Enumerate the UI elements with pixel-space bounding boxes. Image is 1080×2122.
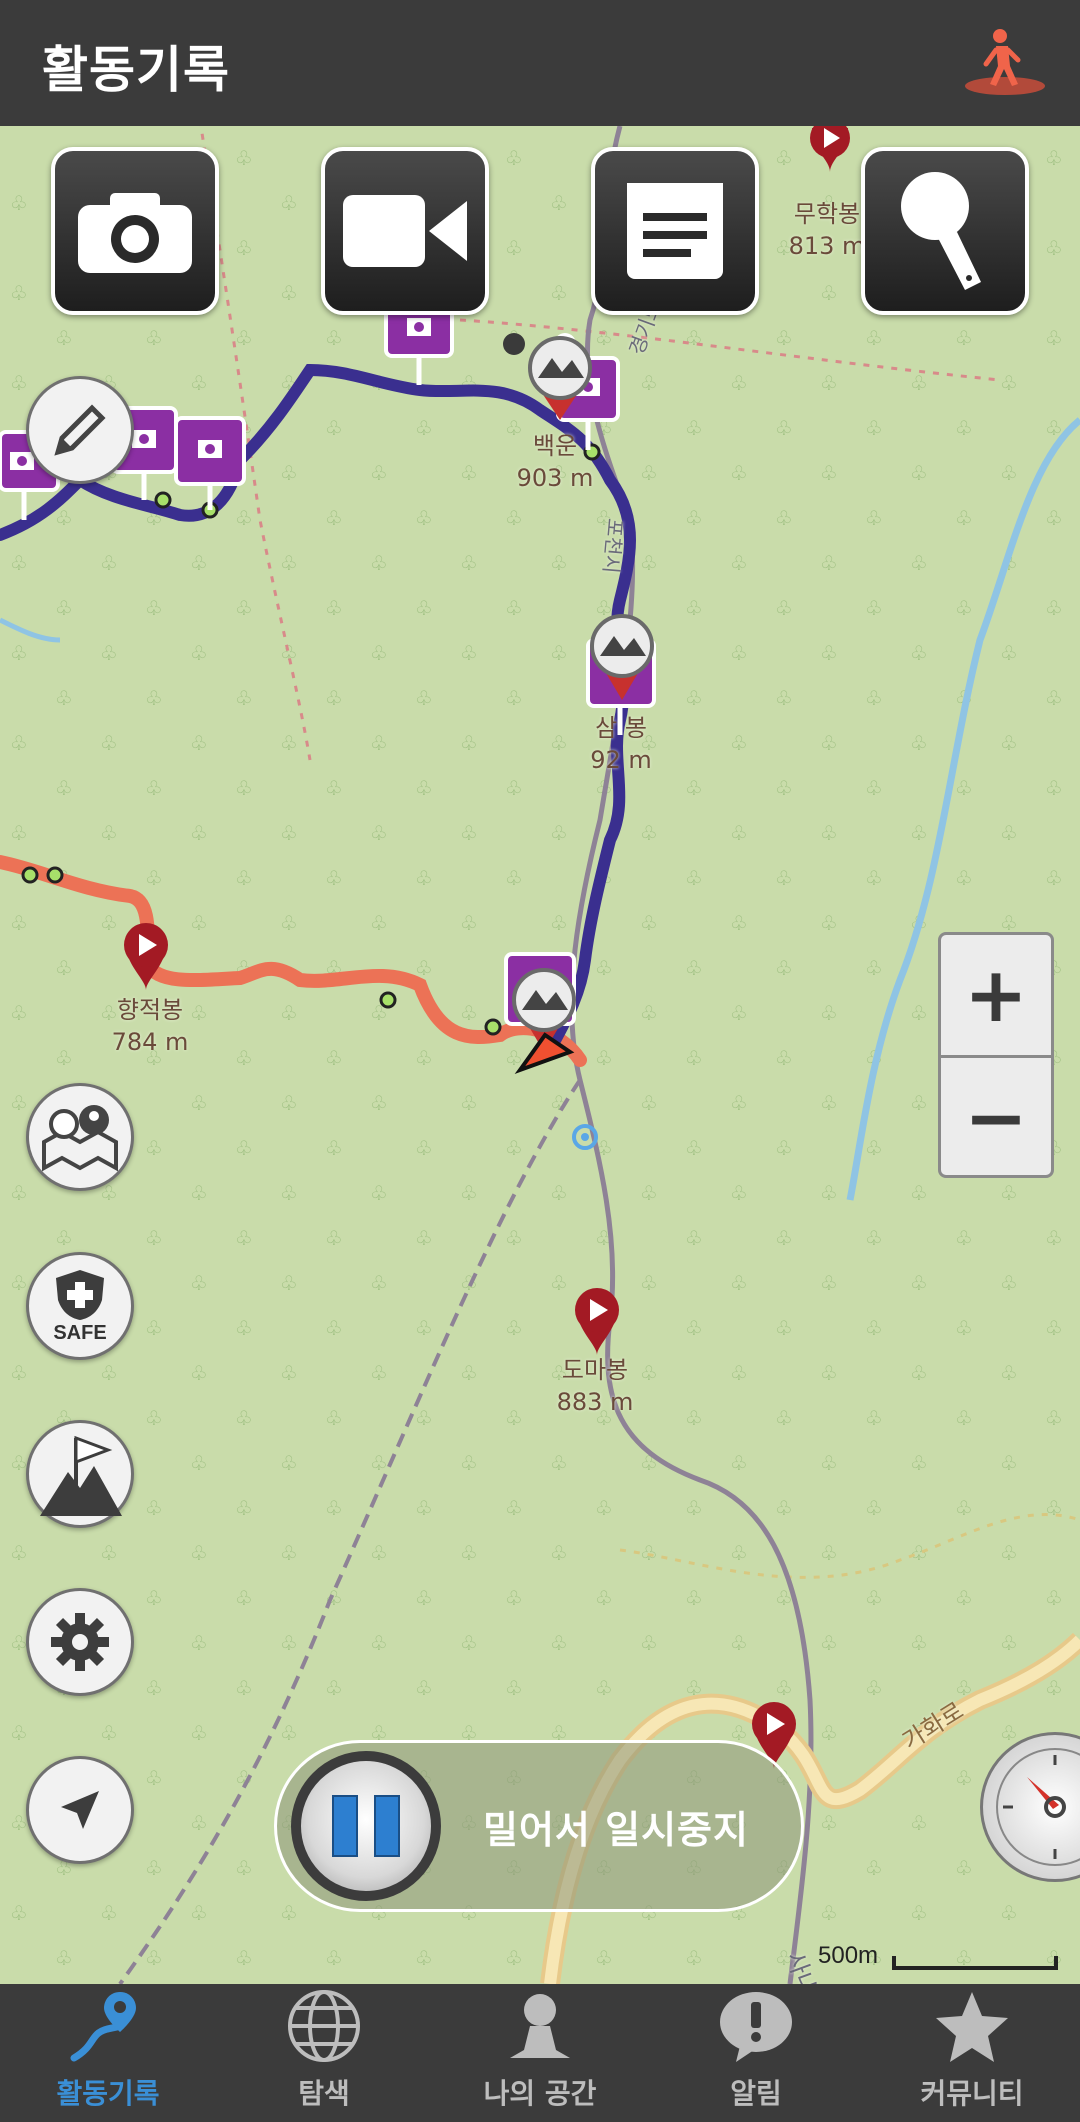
nav-activity-log[interactable]: 활동기록 — [0, 1984, 216, 2122]
memo-icon — [627, 183, 723, 279]
hiker-icon[interactable] — [960, 24, 1050, 104]
group-location-icon — [42, 1105, 118, 1172]
peak-elevation: 883 m — [556, 1388, 634, 1416]
safe-button[interactable]: SAFE — [26, 1252, 134, 1360]
scale-label: 500m — [818, 1942, 879, 1969]
peak-name: 봉 — [624, 714, 647, 742]
page-title: 활동기록 — [42, 41, 230, 99]
waypoint-dot — [484, 1018, 502, 1036]
peak-elevation: m — [620, 746, 652, 774]
slide-to-pause[interactable]: 밀어서 일시중지 — [274, 1740, 804, 1912]
shield-icon — [56, 1269, 104, 1320]
plus-icon: + — [964, 950, 1028, 1039]
nav-label: 나의 공간 — [483, 2077, 597, 2110]
peak-name: 향적봉 — [116, 996, 184, 1024]
nav-my-space[interactable]: 나의 공간 — [432, 1984, 648, 2122]
waypoint-dot — [46, 866, 64, 884]
pause-label: 밀어서 일시중지 — [483, 1808, 749, 1852]
zoom-in-button[interactable]: + — [941, 935, 1051, 1055]
pause-icon — [324, 1795, 408, 1857]
nav-label: 탐색 — [298, 2077, 350, 2110]
microphone-icon — [901, 172, 981, 290]
nav-label: 커뮤니티 — [920, 2077, 1024, 2110]
scale-ruler — [892, 1956, 1058, 1970]
nav-alerts[interactable]: 알림 — [648, 1984, 864, 2122]
my-location-button[interactable] — [26, 1756, 134, 1864]
peak-elevation: 813 m — [788, 232, 866, 260]
group-map-button[interactable] — [26, 1083, 134, 1191]
gps-location-dot — [581, 1133, 589, 1141]
camera-icon — [78, 193, 192, 273]
map-view[interactable]: ♧ ♧ — [0, 126, 1080, 1984]
peak-label: 백운 903 m — [510, 430, 600, 494]
app-header: 활동기록 — [0, 0, 1080, 126]
pause-handle[interactable] — [291, 1751, 441, 1901]
person-icon — [510, 1994, 570, 2058]
peak-label: 무학봉 813 m — [782, 198, 872, 262]
summit-challenge-button[interactable] — [26, 1420, 134, 1528]
star-icon — [936, 1992, 1008, 2062]
settings-button[interactable] — [26, 1588, 134, 1696]
voice-button[interactable] — [861, 147, 1029, 315]
alert-bubble-icon — [720, 1992, 792, 2062]
peak-name: 백운 — [532, 432, 578, 460]
safe-badge: SAFE — [53, 1268, 107, 1345]
peak-label: 삼 봉 92 m — [576, 712, 666, 776]
peak-name: 도마봉 — [561, 1356, 629, 1384]
compass-icon — [996, 1748, 1080, 1866]
peak-name: 무학봉 — [793, 200, 861, 228]
mountain-flag-icon — [40, 1435, 122, 1516]
nav-label: 알림 — [730, 2077, 782, 2110]
nav-community[interactable]: 커뮤니티 — [864, 1984, 1080, 2122]
edit-button[interactable] — [26, 376, 134, 484]
memo-button[interactable] — [591, 147, 759, 315]
waypoint-dot — [21, 866, 39, 884]
waypoint-dot — [503, 333, 525, 355]
peak-elevation: 784 m — [111, 1028, 189, 1056]
zoom-out-button[interactable]: − — [941, 1058, 1051, 1178]
zoom-control: + − — [938, 932, 1054, 1178]
minus-icon: − — [964, 1073, 1028, 1162]
waypoint-dot — [379, 991, 397, 1009]
peak-elevation: 903 m — [516, 464, 594, 492]
compass[interactable] — [980, 1732, 1080, 1882]
peak-elevation: 92 — [590, 746, 621, 774]
safe-label: SAFE — [53, 1321, 107, 1344]
photo-button[interactable] — [51, 147, 219, 315]
waypoint-dot — [154, 491, 172, 509]
video-camera-icon — [343, 195, 467, 267]
gear-icon — [51, 1613, 109, 1671]
pencil-icon — [54, 404, 106, 456]
globe-icon — [288, 1990, 360, 2062]
peak-label: 도마봉 883 m — [550, 1354, 640, 1418]
nav-explore[interactable]: 탐색 — [216, 1984, 432, 2122]
route-pin-icon — [70, 1992, 136, 2062]
video-button[interactable] — [321, 147, 489, 315]
peak-name: 삼 — [595, 714, 618, 742]
navigation-arrow-icon — [61, 1791, 99, 1829]
bottom-navigation: 활동기록 탐색 나의 공간 알림 커뮤니티 — [0, 1984, 1080, 2122]
peak-label: 향적봉 784 m — [100, 994, 200, 1058]
nav-label: 활동기록 — [56, 2077, 160, 2110]
